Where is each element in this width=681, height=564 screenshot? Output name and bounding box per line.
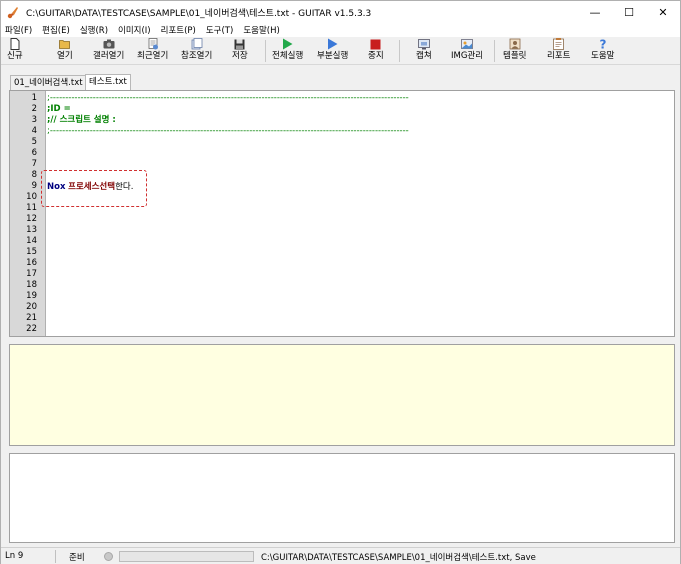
line-number: 9 (31, 181, 37, 191)
line-number: 5 (31, 137, 37, 147)
image-manage-icon (461, 38, 473, 50)
line-number: 12 (26, 214, 37, 224)
save-button[interactable]: 저장 (232, 38, 248, 64)
status-separator (55, 550, 56, 563)
line-number: 2 (31, 104, 37, 114)
report-button[interactable]: 리포트 (547, 38, 570, 64)
line-number: 6 (31, 148, 37, 158)
status-line-number: Ln 9 (5, 551, 24, 561)
menu-bar: 파일(F) 편집(E) 실행(R) 이미지(I) 리포트(P) 도구(T) 도움… (1, 23, 680, 37)
status-bar: Ln 9 준비 C:\GUITAR\DATA\TESTCASE\SAMPLE\0… (1, 547, 680, 564)
capture-button[interactable]: 캡쳐 (416, 38, 432, 64)
menu-edit[interactable]: 편집(E) (42, 24, 70, 36)
title-bar: C:\GUITAR\DATA\TESTCASE\SAMPLE\01_네이버검색\… (1, 1, 680, 23)
status-file-path: C:\GUITAR\DATA\TESTCASE\SAMPLE\01_네이버검색\… (261, 553, 536, 563)
editor-tabs: 01_네이버검색.txt 테스트.txt (1, 73, 680, 90)
script-editor[interactable]: 1 2 3 4 5 6 7 8 9 10 11 12 13 14 15 16 1… (9, 90, 675, 337)
line-number: 7 (31, 159, 37, 169)
minimize-button[interactable]: — (578, 1, 612, 23)
line-number-gutter: 1 2 3 4 5 6 7 8 9 10 11 12 13 14 15 16 1… (10, 91, 46, 336)
new-button[interactable]: 신규 (7, 38, 23, 64)
tab-naver-search[interactable]: 01_네이버검색.txt (10, 75, 87, 90)
line-number: 1 (31, 93, 37, 103)
run-all-button[interactable]: 전체실행 (272, 38, 303, 64)
reference-icon (191, 38, 203, 50)
line-number: 8 (31, 170, 37, 180)
toolbar-separator (494, 40, 495, 62)
help-button[interactable]: ? 도움말 (591, 38, 614, 64)
question-mark-icon: ? (597, 38, 609, 50)
play-blue-icon (327, 38, 339, 50)
line-number: 15 (26, 247, 37, 257)
template-button[interactable]: 템플릿 (503, 38, 526, 64)
stop-icon (370, 38, 382, 50)
menu-report[interactable]: 리포트(P) (161, 24, 196, 36)
camera-icon (103, 38, 115, 50)
svg-text:?: ? (599, 38, 606, 50)
img-manage-button[interactable]: IMG관리 (451, 38, 483, 64)
recent-files-icon (147, 38, 159, 50)
maximize-button[interactable]: ☐ (612, 1, 646, 23)
menu-run[interactable]: 실행(R) (80, 24, 108, 36)
line-number: 19 (26, 291, 37, 301)
line-number: 22 (26, 324, 37, 334)
template-icon (509, 38, 521, 50)
recent-open-button[interactable]: 최근열기 (137, 38, 168, 64)
toolbar-separator (399, 40, 400, 62)
line-number: 17 (26, 269, 37, 279)
reference-open-button[interactable]: 참조열기 (181, 38, 212, 64)
menu-tools[interactable]: 도구(T) (206, 24, 233, 36)
menu-image[interactable]: 이미지(I) (118, 24, 151, 36)
line-number: 11 (26, 203, 37, 213)
gallery-open-button[interactable]: 갤러열기 (93, 38, 124, 64)
line-number: 18 (26, 280, 37, 290)
line-number: 3 (31, 115, 37, 125)
toolbar: 신규 열기 갤러열기 최근열기 참조열기 저장 전체실행 부분실행 중지 캡쳐 … (1, 37, 680, 65)
line-number: 4 (31, 126, 37, 136)
line-number: 14 (26, 236, 37, 246)
menu-file[interactable]: 파일(F) (5, 24, 32, 36)
play-green-icon (282, 38, 294, 50)
close-button[interactable]: ✕ (646, 1, 680, 23)
log-output-panel[interactable] (9, 344, 675, 446)
status-state: 준비 (69, 553, 85, 563)
result-output-panel[interactable] (9, 453, 675, 543)
app-window: C:\GUITAR\DATA\TESTCASE\SAMPLE\01_네이버검색\… (0, 0, 681, 564)
capture-icon (417, 38, 430, 50)
open-button[interactable]: 열기 (57, 38, 73, 64)
tab-test[interactable]: 테스트.txt (85, 74, 131, 90)
code-line-2: ;ID = (47, 104, 71, 114)
menu-help[interactable]: 도움말(H) (243, 24, 279, 36)
floppy-disk-icon (234, 38, 246, 50)
folder-open-icon (58, 38, 71, 50)
line-number: 21 (26, 313, 37, 323)
highlight-annotation (41, 170, 147, 207)
line-number: 16 (26, 258, 37, 268)
code-line-1: ;---------------------------------------… (47, 93, 409, 103)
run-part-button[interactable]: 부분실행 (317, 38, 348, 64)
toolbar-separator (265, 40, 266, 62)
window-title: C:\GUITAR\DATA\TESTCASE\SAMPLE\01_네이버검색\… (26, 8, 372, 19)
line-number: 13 (26, 225, 37, 235)
new-file-icon (9, 38, 21, 50)
line-number: 20 (26, 302, 37, 312)
status-progress-bar (119, 551, 254, 562)
status-indicator-icon (104, 552, 113, 561)
report-icon (553, 38, 565, 50)
line-number: 10 (26, 192, 37, 202)
guitar-app-icon (6, 5, 20, 19)
code-line-3: ;// 스크립트 설명 : (47, 115, 116, 125)
stop-button[interactable]: 중지 (368, 38, 384, 64)
code-line-4: ;---------------------------------------… (47, 126, 409, 136)
